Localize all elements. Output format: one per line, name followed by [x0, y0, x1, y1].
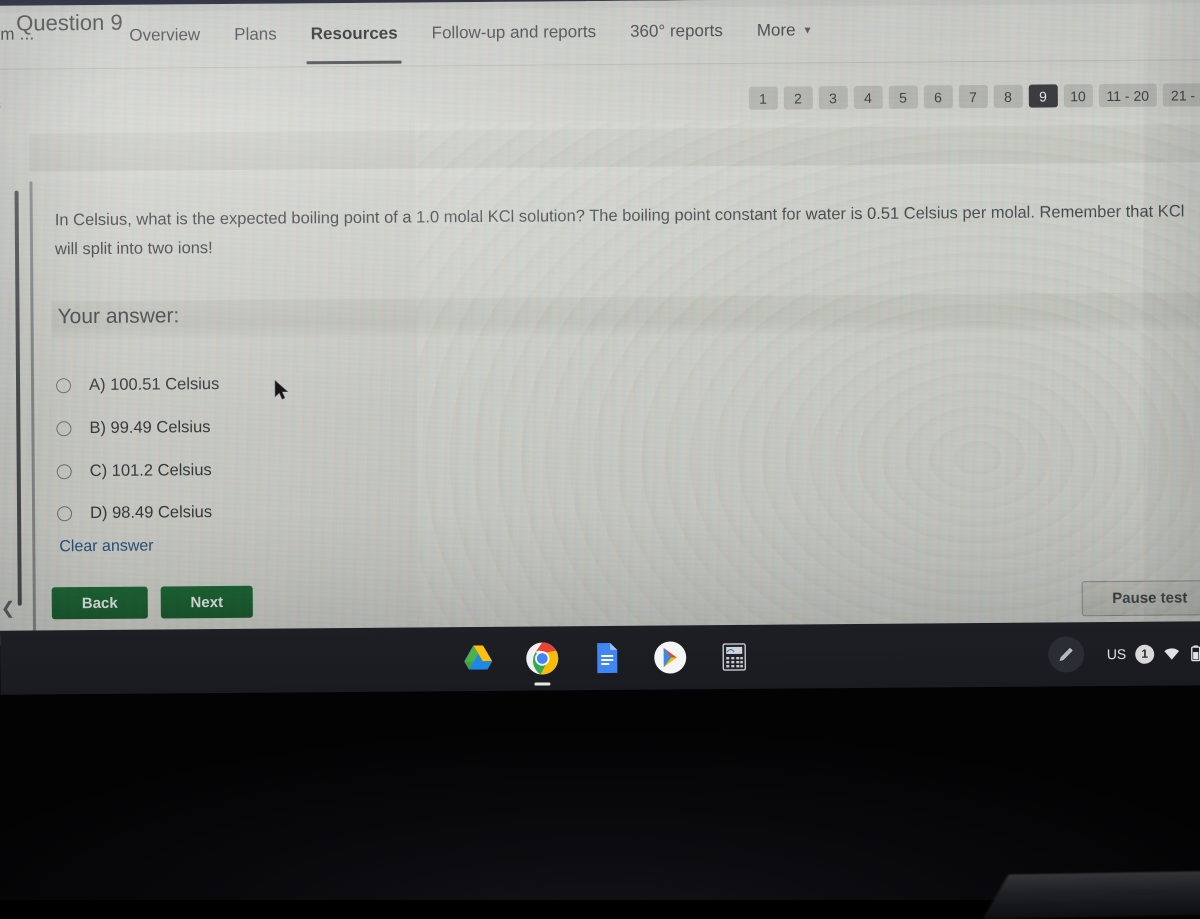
chevron-down-icon: ▼: [802, 25, 813, 37]
page-button-9-current[interactable]: 9: [1028, 84, 1058, 108]
page-button-3[interactable]: 3: [818, 86, 848, 110]
answer-option-d-label: D) 98.49 Celsius: [90, 503, 213, 523]
collapse-sidebar-arrow-icon[interactable]: ❮: [1, 599, 15, 618]
wifi-icon[interactable]: [1163, 645, 1180, 662]
tab-more-label: More: [756, 20, 796, 40]
page-button-1[interactable]: 1: [748, 86, 778, 110]
question-card: In Celsius, what is the expected boiling…: [29, 172, 1200, 632]
page-button-11-20[interactable]: 11 - 20: [1098, 83, 1158, 108]
top-navigation-bar: m ... Overview Plans Resources Follow-up…: [0, 3, 1200, 70]
page-button-8[interactable]: 8: [993, 84, 1023, 108]
tab-more[interactable]: More ▼: [740, 6, 830, 41]
radio-button-d[interactable]: [57, 506, 73, 522]
your-answer-band: [51, 292, 1200, 340]
stylus-icon[interactable]: [1047, 636, 1084, 673]
vertical-scrollbar[interactable]: [14, 190, 22, 606]
battery-icon[interactable]: [1189, 644, 1200, 662]
answer-option-a[interactable]: A) 100.51 Celsius: [56, 375, 219, 395]
page-button-21-30[interactable]: 21 - 2: [1162, 83, 1200, 107]
page-button-2[interactable]: 2: [783, 86, 813, 110]
laptop-body-edge: [982, 869, 1200, 919]
answer-option-c[interactable]: C) 101.2 Celsius: [56, 461, 212, 481]
tab-resources[interactable]: Resources: [294, 9, 415, 44]
tab-overview[interactable]: Overview: [112, 11, 217, 46]
tab-360-reports[interactable]: 360° reports: [613, 7, 740, 42]
laptop-screen: m ... Overview Plans Resources Follow-up…: [0, 0, 1200, 645]
pause-test-button[interactable]: Pause test: [1081, 580, 1200, 617]
question-header-band: [29, 124, 1200, 172]
calculator-icon[interactable]: [716, 639, 752, 675]
system-tray: US 1: [1047, 621, 1200, 686]
web-page: m ... Overview Plans Resources Follow-up…: [0, 0, 1200, 645]
question-pagination: 1 2 3 4 5 6 7 8 9 10 11 - 20 21 - 2: [748, 83, 1200, 110]
page-button-7[interactable]: 7: [958, 84, 988, 109]
page-button-4[interactable]: 4: [853, 85, 883, 110]
radio-button-b[interactable]: [56, 421, 72, 437]
your-answer-label: Your answer:: [57, 304, 180, 329]
left-edge-text: s: [0, 98, 1, 112]
google-docs-icon[interactable]: [588, 640, 624, 676]
next-button[interactable]: Next: [160, 585, 253, 619]
google-chrome-icon[interactable]: [524, 640, 560, 686]
radio-button-c[interactable]: [56, 464, 72, 480]
back-button[interactable]: Back: [51, 586, 148, 620]
answer-option-a-label: A) 100.51 Celsius: [89, 375, 220, 395]
tab-360-reports-label: 360° reports: [629, 21, 723, 41]
page-button-5[interactable]: 5: [888, 85, 918, 109]
google-drive-icon[interactable]: [460, 641, 496, 677]
photographed-screen: m ... Overview Plans Resources Follow-up…: [0, 0, 1200, 919]
chromeos-shelf: US 1: [0, 621, 1200, 695]
shelf-icon-list: [0, 621, 1200, 695]
tab-plans-label: Plans: [234, 24, 277, 44]
page-title: Question 9: [16, 9, 123, 36]
answer-option-d[interactable]: D) 98.49 Celsius: [57, 503, 212, 523]
answer-option-c-label: C) 101.2 Celsius: [89, 461, 212, 481]
question-text: In Celsius, what is the expected boiling…: [54, 202, 1185, 259]
clear-answer-link[interactable]: Clear answer: [59, 538, 153, 557]
radio-button-a[interactable]: [56, 378, 72, 394]
chrome-active-indicator: [534, 682, 551, 686]
google-play-store-icon[interactable]: [652, 639, 688, 675]
page-button-6[interactable]: 6: [923, 85, 953, 109]
notification-badge[interactable]: 1: [1135, 644, 1155, 664]
answer-option-b[interactable]: B) 99.49 Celsius: [56, 418, 211, 438]
keyboard-layout-indicator[interactable]: US: [1107, 646, 1127, 662]
tab-resources-label: Resources: [310, 23, 398, 44]
answer-option-b-label: B) 99.49 Celsius: [89, 418, 211, 438]
tab-overview-label: Overview: [129, 25, 201, 45]
tab-plans[interactable]: Plans: [217, 10, 294, 45]
nav-tab-list: Overview Plans Resources Follow-up and r…: [112, 6, 830, 68]
tab-follow-up-label: Follow-up and reports: [431, 22, 597, 43]
page-button-10[interactable]: 10: [1063, 84, 1093, 108]
tab-follow-up-and-reports[interactable]: Follow-up and reports: [414, 8, 613, 44]
